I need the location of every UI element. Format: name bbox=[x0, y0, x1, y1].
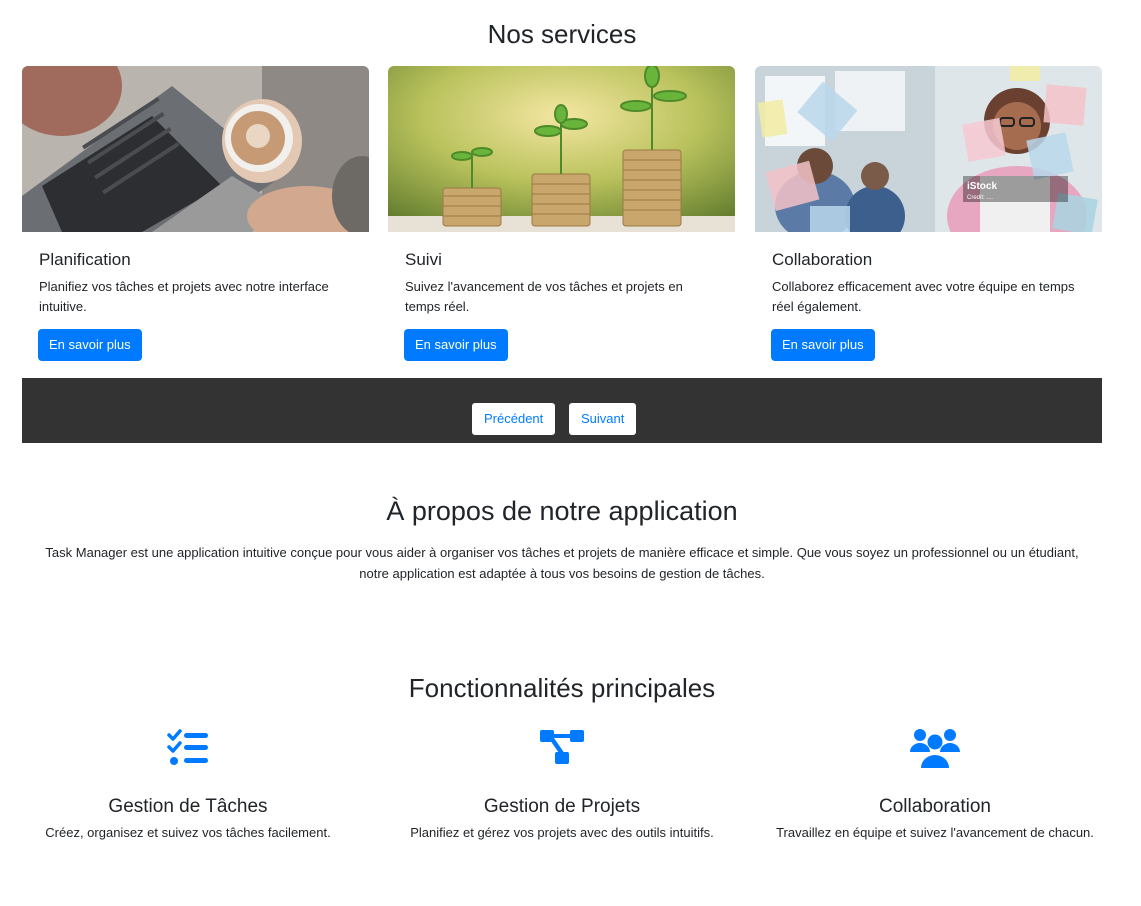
feature-text: Planifiez et gérez vos projets avec des … bbox=[410, 825, 714, 840]
users-group-icon bbox=[910, 729, 960, 768]
card-text: Suivez l'avancement de vos tâches et pro… bbox=[405, 279, 683, 314]
card-title: Collaboration bbox=[772, 250, 873, 269]
learn-more-button[interactable]: En savoir plus bbox=[38, 329, 142, 361]
services-cards: Planification Planifiez vos tâches et pr… bbox=[22, 66, 1102, 378]
team-sticky-notes-photo: iStock Credit: .... bbox=[755, 66, 1102, 232]
card-text: Collaborez efficacement avec votre équip… bbox=[772, 279, 1075, 314]
learn-more-button[interactable]: En savoir plus bbox=[404, 329, 508, 361]
coins-plants-photo bbox=[388, 66, 735, 232]
laptop-coffee-photo bbox=[22, 66, 369, 232]
about-text: Task Manager est une application intuiti… bbox=[45, 545, 1079, 581]
task-list-icon bbox=[167, 729, 208, 765]
credit-text: Credit: .... bbox=[967, 195, 993, 201]
carousel-controls: Précédent Suivant bbox=[22, 378, 1102, 443]
next-button[interactable]: Suivant bbox=[569, 403, 637, 435]
feature-text: Travaillez en équipe et suivez l'avancem… bbox=[776, 825, 1094, 840]
service-card-suivi: Suivi Suivez l'avancement de vos tâches … bbox=[388, 66, 735, 378]
about-title: À propos de notre application bbox=[386, 496, 738, 526]
feature-title: Gestion de Tâches bbox=[108, 796, 268, 817]
feature-project-management: Gestion de Projets Planifiez et gérez vo… bbox=[382, 726, 742, 842]
previous-button[interactable]: Précédent bbox=[472, 403, 556, 435]
feature-task-management: Gestion de Tâches Créez, organisez et su… bbox=[8, 726, 368, 842]
service-card-planification: Planification Planifiez vos tâches et pr… bbox=[22, 66, 369, 378]
card-title: Planification bbox=[39, 250, 131, 269]
feature-collaboration: Collaboration Travaillez en équipe et su… bbox=[755, 726, 1115, 842]
service-card-collaboration: iStock Credit: .... Collaboration Collab… bbox=[755, 66, 1102, 378]
services-title: Nos services bbox=[487, 19, 637, 49]
card-text: Planifiez vos tâches et projets avec not… bbox=[39, 279, 329, 314]
feature-title: Collaboration bbox=[879, 796, 991, 817]
feature-text: Créez, organisez et suivez vos tâches fa… bbox=[45, 825, 331, 840]
project-diagram-icon bbox=[540, 730, 584, 764]
features-title: Fonctionnalités principales bbox=[408, 673, 716, 703]
watermark-text: iStock bbox=[967, 181, 997, 192]
feature-title: Gestion de Projets bbox=[483, 796, 641, 817]
learn-more-button[interactable]: En savoir plus bbox=[771, 329, 875, 361]
card-title: Suivi bbox=[405, 250, 442, 269]
